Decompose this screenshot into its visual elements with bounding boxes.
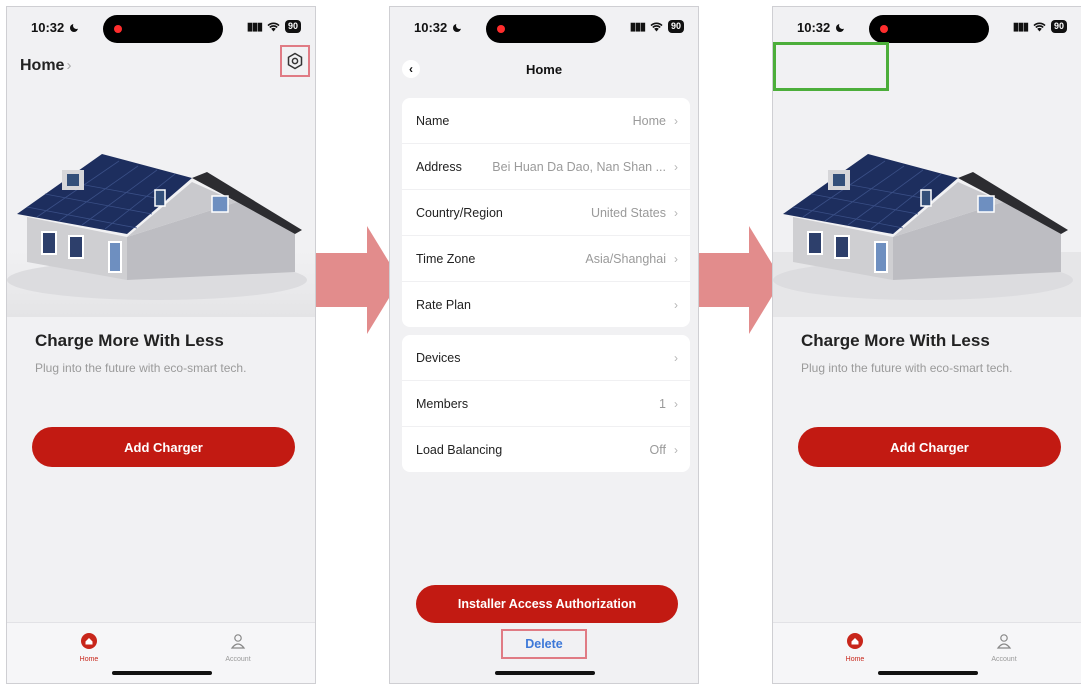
row-label: Address <box>416 159 462 174</box>
row-devices[interactable]: Devices › <box>402 335 690 380</box>
tab-home[interactable]: Home <box>59 633 119 663</box>
row-name[interactable]: Name Home › <box>402 98 690 143</box>
row-value: United States <box>590 205 666 220</box>
house-illustration <box>7 154 315 317</box>
chevron-right-icon: › <box>674 205 678 220</box>
home-indicator <box>112 671 212 675</box>
row-rate-plan[interactable]: Rate Plan › <box>402 281 690 327</box>
flow-arrow-1 <box>304 226 400 334</box>
flow-arrow-2 <box>686 226 782 334</box>
moon-icon <box>835 22 846 32</box>
house-illustration <box>773 154 1081 317</box>
chevron-right-icon: › <box>674 442 678 457</box>
tab-home-label: Home <box>79 656 99 663</box>
wifi-icon <box>1033 22 1046 31</box>
battery-indicator: 90 <box>667 20 684 33</box>
tab-account-label: Account <box>991 656 1017 663</box>
row-value: Bei Huan Da Dao, Nan Shan ... <box>492 159 666 174</box>
phone-home-deleted-screen: 10:32 ▮▮▮ 90 Charge More With Less Plug … <box>772 6 1081 684</box>
home-icon <box>847 633 863 649</box>
tab-account[interactable]: Account <box>208 633 268 663</box>
empty-home-title-highlight <box>773 42 889 91</box>
phone-home-settings-screen: 10:32 ▮▮▮ 90 ‹ Home Name Home › Address … <box>389 6 699 684</box>
moon-icon <box>452 22 463 32</box>
phone-home-screen: 10:32 ▮▮▮ 90 Home › Charge More With Les… <box>6 6 316 684</box>
tab-home-label: Home <box>845 656 865 663</box>
subline: Plug into the future with eco-smart tech… <box>35 361 247 375</box>
installer-access-button[interactable]: Installer Access Authorization <box>416 585 678 623</box>
row-label: Members <box>416 396 469 411</box>
status-bar: 10:32 ▮▮▮ 90 <box>390 7 698 47</box>
home-indicator <box>495 671 595 675</box>
home-selector[interactable]: Home › <box>20 57 71 75</box>
row-label: Time Zone <box>416 251 476 266</box>
row-value: Asia/Shanghai <box>585 251 666 266</box>
row-value: Off <box>649 442 666 457</box>
status-bar: 10:32 ▮▮▮ 90 <box>773 7 1081 47</box>
row-label: Devices <box>416 350 461 365</box>
row-load-balancing[interactable]: Load Balancing Off › <box>402 426 690 472</box>
status-bar: 10:32 ▮▮▮ 90 <box>7 7 315 47</box>
headline: Charge More With Less <box>801 331 990 350</box>
record-indicator-icon <box>880 25 888 33</box>
chevron-right-icon: › <box>674 113 678 128</box>
status-icons: ▮▮▮ 90 <box>247 20 301 33</box>
settings-button[interactable] <box>280 45 310 77</box>
chevron-right-icon: › <box>674 159 678 174</box>
wifi-icon <box>267 22 280 31</box>
subline: Plug into the future with eco-smart tech… <box>801 361 1013 375</box>
battery-indicator: 90 <box>284 20 301 33</box>
row-label: Rate Plan <box>416 297 471 312</box>
home-title: Home <box>20 57 65 74</box>
signal-icon: ▮▮▮ <box>1012 21 1029 33</box>
dynamic-island <box>869 15 989 43</box>
row-label: Load Balancing <box>416 442 503 457</box>
dynamic-island <box>486 15 606 43</box>
home-indicator <box>878 671 978 675</box>
tab-account-label: Account <box>225 656 251 663</box>
account-icon <box>996 634 1012 649</box>
battery-indicator: 90 <box>1050 20 1067 33</box>
row-label: Name <box>416 113 450 128</box>
home-info-card: Name Home › Address Bei Huan Da Dao, Nan… <box>402 98 690 327</box>
page-title: Home <box>525 62 563 77</box>
tab-account[interactable]: Account <box>974 633 1034 663</box>
chevron-right-icon: › <box>674 350 678 365</box>
chevron-right-icon: › <box>66 57 72 74</box>
chevron-right-icon: › <box>674 396 678 411</box>
add-charger-button[interactable]: Add Charger <box>798 427 1061 467</box>
row-members[interactable]: Members 1 › <box>402 380 690 426</box>
record-indicator-icon <box>114 25 122 33</box>
status-time: 10:32 <box>31 20 80 35</box>
row-value: Home <box>632 113 666 128</box>
moon-icon <box>69 22 80 32</box>
delete-button[interactable]: Delete <box>501 629 587 659</box>
headline: Charge More With Less <box>35 331 224 350</box>
wifi-icon <box>650 22 663 31</box>
status-icons: ▮▮▮ 90 <box>630 20 684 33</box>
status-icons: ▮▮▮ 90 <box>1013 20 1067 33</box>
record-indicator-icon <box>497 25 505 33</box>
add-charger-button[interactable]: Add Charger <box>32 427 295 467</box>
status-time: 10:32 <box>797 20 846 35</box>
row-country-region[interactable]: Country/Region United States › <box>402 189 690 235</box>
row-label: Country/Region <box>416 205 503 220</box>
status-time: 10:32 <box>414 20 463 35</box>
chevron-right-icon: › <box>674 297 678 312</box>
settings-icon <box>287 52 303 70</box>
dynamic-island <box>103 15 223 43</box>
signal-icon: ▮▮▮ <box>629 21 646 33</box>
row-address[interactable]: Address Bei Huan Da Dao, Nan Shan ... › <box>402 143 690 189</box>
home-icon <box>81 633 97 649</box>
row-value: 1 <box>659 396 666 411</box>
home-management-card: Devices › Members 1 › Load Balancing Off… <box>402 335 690 472</box>
tab-home[interactable]: Home <box>825 633 885 663</box>
account-icon <box>230 634 246 649</box>
signal-icon: ▮▮▮ <box>246 21 263 33</box>
chevron-right-icon: › <box>674 251 678 266</box>
row-time-zone[interactable]: Time Zone Asia/Shanghai › <box>402 235 690 281</box>
